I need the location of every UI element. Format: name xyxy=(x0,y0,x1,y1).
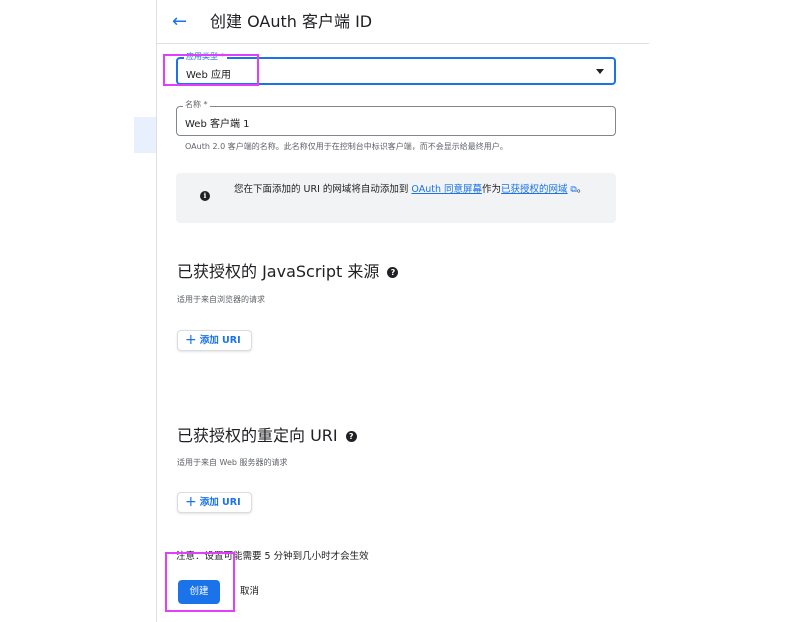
authorized-domains-link[interactable]: 已获授权的网域 xyxy=(501,184,568,195)
sidebar-selected-strip xyxy=(134,117,156,153)
js-origins-title: 已获授权的 JavaScript 来源? xyxy=(177,258,399,282)
info-text: 您在下面添加的 URI 的网域将自动添加到 OAuth 同意屏幕作为已获授权的网… xyxy=(234,182,604,198)
dropdown-arrow-icon[interactable] xyxy=(596,69,604,74)
info-text-part: 作为 xyxy=(482,184,502,195)
panel-divider xyxy=(156,0,157,622)
application-type-label: 应用类型 * xyxy=(184,52,227,62)
client-name-label: 名称 * xyxy=(183,100,210,110)
plus-icon: + xyxy=(185,332,197,348)
page-title: 创建 OAuth 客户端 ID xyxy=(210,12,373,31)
help-icon[interactable]: ? xyxy=(387,267,399,278)
redirect-uris-title-text: 已获授权的重定向 URI xyxy=(177,426,338,445)
back-arrow-icon[interactable]: ← xyxy=(172,11,192,33)
info-text-part: 。 xyxy=(576,184,587,195)
cancel-button[interactable]: 取消 xyxy=(240,580,259,604)
info-banner: i 您在下面添加的 URI 的网域将自动添加到 OAuth 同意屏幕作为已获授权… xyxy=(176,173,616,223)
info-icon: i xyxy=(200,191,210,201)
add-js-origin-button[interactable]: + 添加 URI xyxy=(177,330,252,351)
settings-delay-note: 注意：设置可能需要 5 分钟到几小时才会生效 xyxy=(176,551,369,562)
redirect-uris-description: 适用于来自 Web 服务器的请求 xyxy=(177,458,288,467)
add-uri-label: 添加 URI xyxy=(199,497,241,508)
help-icon[interactable]: ? xyxy=(345,431,357,442)
redirect-uris-title: 已获授权的重定向 URI? xyxy=(177,422,357,446)
application-type-select[interactable]: 应用类型 * Web 应用 xyxy=(176,52,616,85)
create-button[interactable]: 创建 xyxy=(178,580,220,604)
client-name-hint: OAuth 2.0 客户端的名称。此名称仅用于在控制台中标识客户端，而不会显示给… xyxy=(185,142,508,151)
application-type-value: Web 应用 xyxy=(186,70,231,81)
js-origins-title-text: 已获授权的 JavaScript 来源 xyxy=(177,262,380,281)
plus-icon: + xyxy=(185,494,197,510)
consent-screen-link[interactable]: OAuth 同意屏幕 xyxy=(411,184,482,195)
client-name-value[interactable]: Web 客户端 1 xyxy=(185,115,250,130)
external-link-icon[interactable]: ⧉ xyxy=(568,185,576,195)
js-origins-description: 适用于来自浏览器的请求 xyxy=(177,295,265,304)
info-text-part: 您在下面添加的 URI 的网域将自动添加到 xyxy=(234,184,412,195)
client-name-field[interactable]: 名称 * Web 客户端 1 xyxy=(176,100,616,136)
add-uri-label: 添加 URI xyxy=(199,335,241,346)
add-redirect-uri-button[interactable]: + 添加 URI xyxy=(177,492,252,513)
header-divider xyxy=(157,43,649,44)
